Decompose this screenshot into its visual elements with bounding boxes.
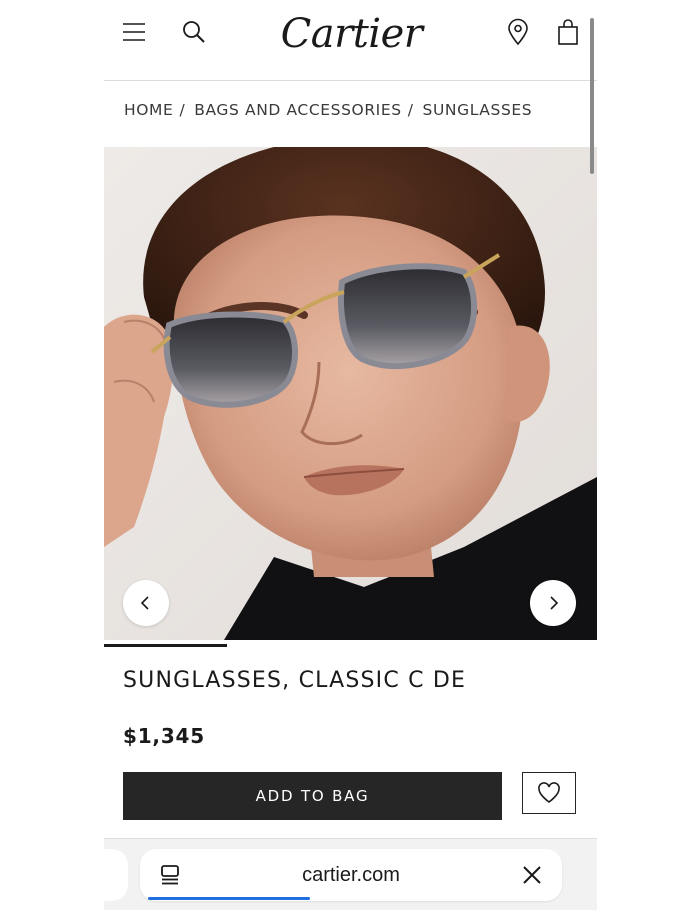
- address-bar[interactable]: cartier.com: [140, 849, 562, 901]
- product-image[interactable]: [104, 147, 597, 640]
- breadcrumb: HOME / BAGS AND ACCESSORIES / SUNGLASSES: [124, 96, 584, 124]
- add-to-bag-button[interactable]: ADD TO BAG: [123, 772, 502, 820]
- close-icon[interactable]: [520, 863, 544, 887]
- breadcrumb-separator: /: [407, 101, 414, 119]
- shopping-bag-icon[interactable]: [554, 17, 582, 47]
- url-text[interactable]: cartier.com: [240, 849, 462, 901]
- previous-tab-preview[interactable]: [104, 849, 128, 901]
- menu-icon[interactable]: [120, 18, 148, 46]
- chevron-right-icon: [550, 596, 559, 610]
- product-title: SUNGLASSES, CLASSIC C DE: [123, 668, 467, 693]
- breadcrumb-home[interactable]: HOME: [124, 101, 173, 119]
- site-header: Cartier: [104, 0, 597, 81]
- product-price: $1,345: [123, 724, 205, 748]
- carousel-progress-fill: [104, 644, 228, 647]
- wishlist-button[interactable]: [522, 772, 576, 814]
- breadcrumb-sunglasses[interactable]: SUNGLASSES: [423, 101, 533, 119]
- carousel-progress: [104, 644, 597, 647]
- cartier-product-page: Cartier HOME / BAGS AND ACCESSORIES / SU…: [104, 0, 597, 910]
- heart-icon: [538, 782, 560, 803]
- chevron-left-icon: [140, 596, 149, 610]
- location-pin-icon[interactable]: [504, 17, 532, 47]
- page-scrollbar[interactable]: [590, 18, 594, 174]
- search-icon[interactable]: [180, 18, 208, 46]
- carousel-next-button[interactable]: [530, 580, 576, 626]
- page-load-progress: [148, 897, 310, 900]
- browser-bottom-bar: cartier.com: [104, 839, 597, 910]
- breadcrumb-bags-accessories[interactable]: BAGS AND ACCESSORIES: [194, 101, 401, 119]
- carousel-prev-button[interactable]: [123, 580, 169, 626]
- cartier-logo[interactable]: Cartier: [264, 8, 439, 60]
- screen: Cartier HOME / BAGS AND ACCESSORIES / SU…: [0, 0, 700, 910]
- tabs-icon[interactable]: [158, 863, 182, 887]
- breadcrumb-separator: /: [179, 101, 186, 119]
